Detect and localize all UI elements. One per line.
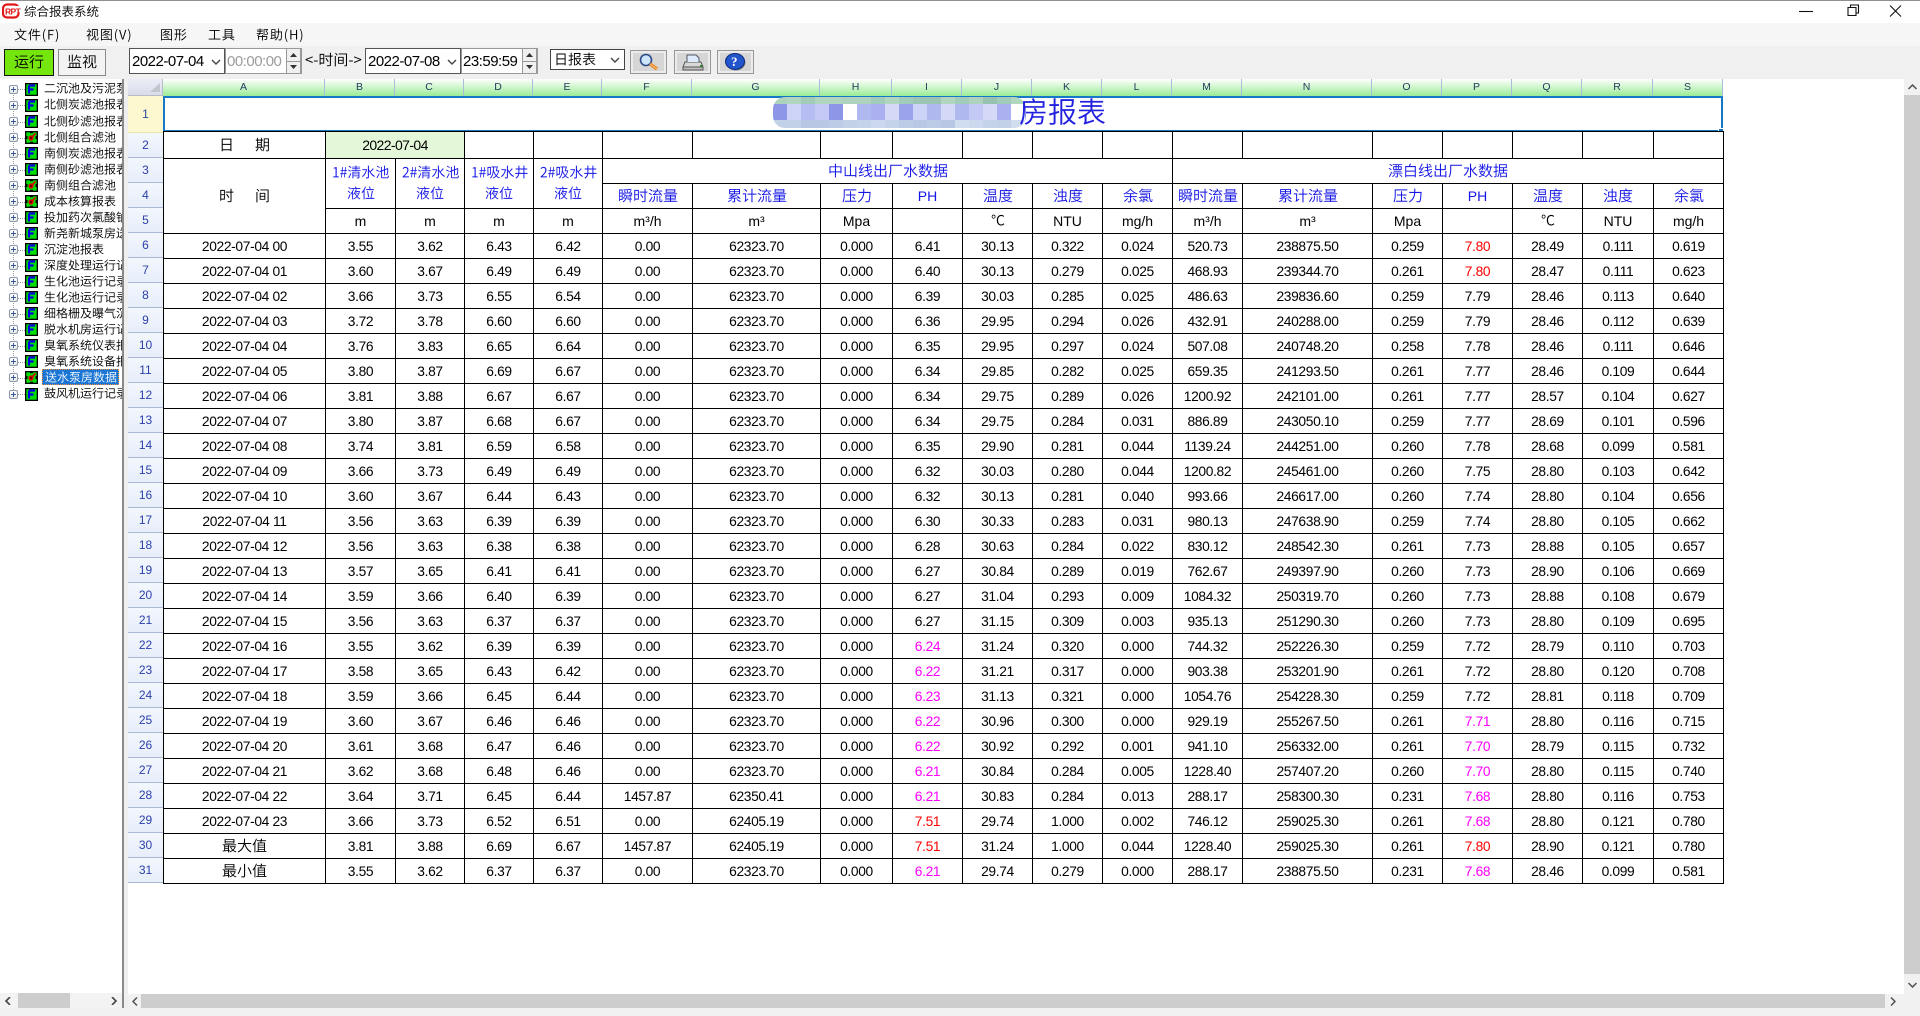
svg-text:?: ? <box>731 54 738 69</box>
svg-text:RPT: RPT <box>5 7 21 17</box>
